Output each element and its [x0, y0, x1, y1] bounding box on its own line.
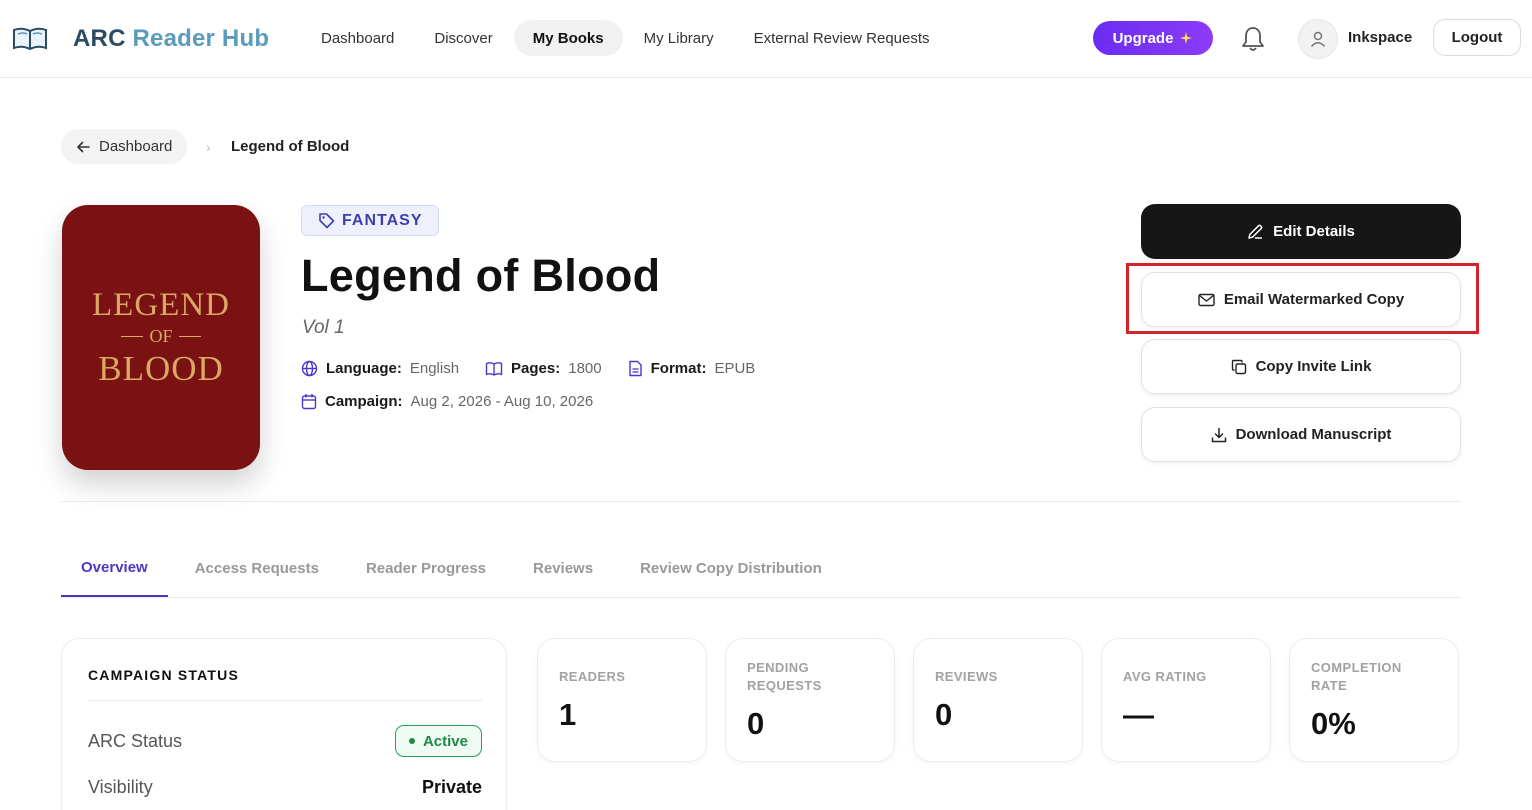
copy-invite-link-button[interactable]: Copy Invite Link — [1141, 339, 1461, 394]
stat-value: 0% — [1311, 706, 1356, 741]
chevron-right-icon: › — [206, 139, 211, 155]
copy-invite-link-label: Copy Invite Link — [1255, 358, 1372, 375]
nav-discover[interactable]: Discover — [415, 20, 511, 56]
cover-line3: BLOOD — [98, 349, 224, 388]
campaign-value: Aug 2, 2026 - Aug 10, 2026 — [410, 393, 594, 410]
open-book-icon — [485, 361, 503, 376]
upgrade-button[interactable]: Upgrade — [1093, 21, 1213, 55]
cover-line1: LEGEND — [92, 287, 230, 323]
campaign-status-heading: CAMPAIGN STATUS — [88, 667, 239, 683]
stat-reviews: REVIEWS 0 — [913, 638, 1083, 762]
copy-icon — [1231, 359, 1246, 374]
tab-access-requests[interactable]: Access Requests — [175, 540, 339, 597]
cover-line2-row: OF — [121, 326, 201, 347]
campaign-status-card: CAMPAIGN STATUS ARC Status Active Visibi… — [61, 638, 507, 810]
format-value: EPUB — [714, 360, 756, 377]
edit-details-button[interactable]: Edit Details — [1141, 204, 1461, 259]
stat-value: 0 — [935, 697, 953, 732]
stat-label: AVG RATING — [1123, 669, 1207, 684]
visibility-value: Private — [421, 777, 482, 797]
pages-value: 1800 — [568, 360, 602, 377]
highlight-box — [1126, 263, 1479, 334]
download-manuscript-label: Download Manuscript — [1235, 426, 1392, 443]
arc-status-label: ARC Status — [88, 730, 183, 751]
nav-external-review-requests[interactable]: External Review Requests — [735, 20, 949, 56]
brand-part2: Reader Hub — [132, 25, 270, 52]
campaign-meta-row: Campaign: Aug 2, 2026 - Aug 10, 2026 — [301, 393, 619, 410]
pages-label: Pages: — [511, 360, 561, 377]
arrow-left-icon — [77, 141, 90, 152]
stat-pending-requests: PENDING REQUESTS 0 — [725, 638, 895, 762]
book-subtitle: Vol 1 — [302, 317, 345, 338]
visibility-label: Visibility — [88, 777, 153, 797]
meta-campaign: Campaign: Aug 2, 2026 - Aug 10, 2026 — [301, 393, 593, 410]
avatar[interactable] — [1298, 19, 1338, 59]
tag-icon — [319, 213, 335, 229]
status-dot-icon — [408, 738, 415, 744]
logout-button[interactable]: Logout — [1433, 19, 1521, 56]
book-logo-icon[interactable] — [12, 24, 48, 52]
campaign-label: Campaign: — [325, 393, 403, 410]
cover-line2: OF — [149, 326, 173, 346]
stat-value: 1 — [559, 697, 577, 732]
visibility-row: Visibility Private — [88, 777, 482, 798]
pencil-icon — [1248, 224, 1263, 239]
brand-part1: ARC — [73, 25, 126, 52]
stat-avg-rating: AVG RATING — — [1101, 638, 1271, 762]
book-tabs: Overview Access Requests Reader Progress… — [61, 540, 1461, 598]
book-title: Legend of Blood — [301, 250, 661, 301]
breadcrumb-current: Legend of Blood — [231, 138, 350, 155]
top-header: ARC Reader Hub Dashboard Discover My Boo… — [0, 0, 1532, 78]
user-icon — [1310, 31, 1326, 48]
username[interactable]: Inkspace — [1348, 29, 1412, 46]
language-label: Language: — [326, 360, 402, 377]
meta-language: Language: English — [301, 360, 459, 377]
tab-overview[interactable]: Overview — [61, 540, 168, 597]
stat-value: 0 — [747, 706, 765, 741]
book-meta-row: Language: English Pages: 1800 Format: EP… — [301, 360, 781, 377]
section-divider — [61, 501, 1461, 502]
card-divider — [88, 700, 482, 701]
meta-pages: Pages: 1800 — [485, 360, 602, 377]
tab-reviews[interactable]: Reviews — [513, 540, 613, 597]
main-nav: Dashboard Discover My Books My Library E… — [302, 20, 949, 56]
globe-icon — [301, 360, 318, 377]
stat-label: READERS — [559, 669, 626, 684]
stat-value: — — [1123, 697, 1154, 732]
genre-badge: FANTASY — [301, 205, 440, 236]
download-manuscript-button[interactable]: Download Manuscript — [1141, 407, 1461, 462]
tab-reader-progress[interactable]: Reader Progress — [346, 540, 506, 597]
stat-label: PENDING REQUESTS — [747, 660, 822, 693]
stat-label: REVIEWS — [935, 669, 998, 684]
edit-details-label: Edit Details — [1273, 223, 1355, 240]
format-label: Format: — [650, 360, 707, 377]
calendar-icon — [301, 394, 317, 410]
brand-name[interactable]: ARC Reader Hub — [73, 25, 269, 53]
download-icon — [1211, 427, 1226, 442]
breadcrumb-back-label: Dashboard — [99, 138, 173, 155]
upgrade-label: Upgrade — [1112, 29, 1174, 47]
nav-my-books[interactable]: My Books — [513, 20, 623, 56]
breadcrumb-back-button[interactable]: Dashboard — [61, 129, 188, 164]
stat-completion-rate: COMPLETION RATE 0% — [1289, 638, 1459, 762]
language-value: English — [409, 360, 460, 377]
meta-format: Format: EPUB — [628, 360, 756, 377]
genre-label: FANTASY — [342, 211, 423, 229]
nav-my-library[interactable]: My Library — [625, 20, 733, 56]
bell-icon[interactable] — [1240, 25, 1266, 58]
file-icon — [628, 360, 642, 377]
book-cover: LEGEND OF BLOOD — [62, 205, 260, 470]
sparkle-icon — [1180, 32, 1193, 44]
status-badge-label: Active — [422, 732, 468, 750]
arc-status-row: ARC Status Active — [88, 725, 482, 757]
nav-dashboard[interactable]: Dashboard — [302, 20, 413, 56]
stat-label: COMPLETION RATE — [1311, 660, 1402, 693]
tab-review-copy-distribution[interactable]: Review Copy Distribution — [620, 540, 842, 597]
status-badge: Active — [394, 725, 482, 757]
stat-readers: READERS 1 — [537, 638, 707, 762]
